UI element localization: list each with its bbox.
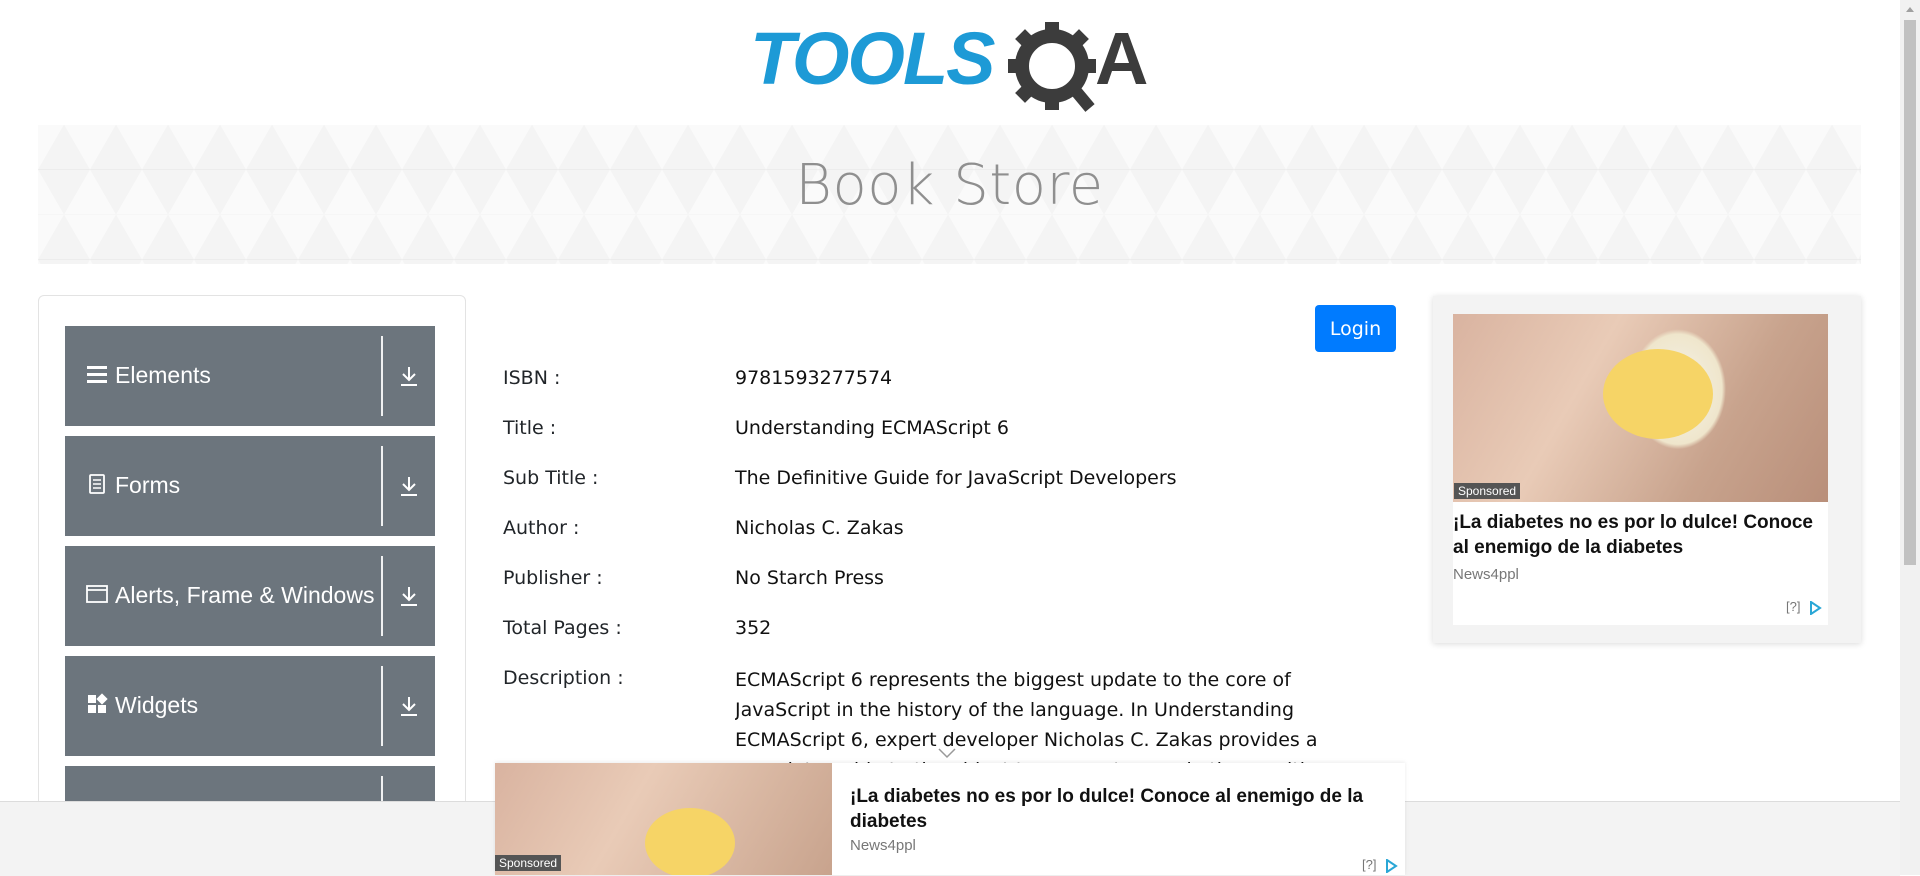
ad-image-detail — [645, 808, 735, 875]
pages-value: 352 — [735, 617, 772, 639]
ad-bottom[interactable]: Sponsored ¡La diabetes no es por lo dulc… — [495, 763, 1405, 875]
sidebar-group-label: Widgets — [115, 692, 199, 718]
publisher-label: Publisher : — [503, 567, 603, 589]
toolsqa-logo[interactable]: TOOLS A — [750, 17, 1155, 114]
scroll-up-arrow-icon[interactable] — [1905, 5, 1915, 13]
sidebar-group-alerts[interactable]: Alerts, Frame & Windows — [65, 546, 435, 646]
ad-source: News4ppl — [1453, 566, 1519, 583]
download-arrow-icon[interactable] — [397, 694, 421, 718]
sidebar-group-widgets[interactable]: Widgets — [65, 656, 435, 756]
divider — [381, 336, 383, 416]
sponsored-tag: Sponsored — [1454, 483, 1521, 499]
svg-text:A: A — [1095, 18, 1148, 100]
subtitle-value: The Definitive Guide for JavaScript Deve… — [735, 467, 1177, 489]
ad-source: News4ppl — [850, 837, 916, 854]
isbn-label: ISBN : — [503, 367, 561, 389]
ad-right[interactable]: Sponsored ¡La diabetes no es por lo dulc… — [1433, 296, 1861, 643]
ad-image-detail — [1603, 349, 1713, 439]
pages-label: Total Pages : — [503, 617, 622, 639]
ad-headline[interactable]: ¡La diabetes no es por lo dulce! Conoce … — [1453, 510, 1813, 560]
description-value: ECMAScript 6 represents the biggest upda… — [735, 669, 1329, 765]
ad-card[interactable]: Sponsored ¡La diabetes no es por lo dulc… — [1453, 314, 1828, 625]
subtitle-label: Sub Title : — [503, 467, 599, 489]
scrollbar-thumb[interactable] — [1904, 20, 1916, 565]
adchoices-icon[interactable] — [1808, 600, 1822, 615]
description-clip: ECMAScript 6 represents the biggest upda… — [735, 665, 1395, 765]
chevron-down-icon[interactable] — [937, 747, 957, 759]
sidebar-group-elements[interactable]: Elements — [65, 326, 435, 426]
author-label: Author : — [503, 517, 580, 539]
description-label: Description : — [503, 667, 624, 689]
title-value: Understanding ECMAScript 6 — [735, 417, 1009, 439]
ad-image[interactable] — [1453, 314, 1828, 502]
sidebar-group-forms[interactable]: Forms — [65, 436, 435, 536]
list-icon — [87, 366, 107, 383]
window-icon — [86, 585, 108, 603]
publisher-value: No Starch Press — [735, 567, 884, 589]
sidebar-group-label: Forms — [115, 472, 181, 498]
title-label: Title : — [503, 417, 557, 439]
download-arrow-icon[interactable] — [397, 474, 421, 498]
adchoices-icon[interactable] — [1384, 858, 1398, 873]
adchoices-help[interactable]: [?] — [1786, 599, 1800, 614]
adchoices[interactable]: [?] — [1362, 857, 1398, 873]
divider — [381, 556, 383, 636]
divider — [381, 446, 383, 526]
page-title: Book Store — [795, 153, 1104, 218]
isbn-value: 9781593277574 — [735, 367, 893, 389]
document-icon — [89, 474, 105, 494]
svg-text:TOOLS: TOOLS — [750, 18, 995, 100]
ad-headline[interactable]: ¡La diabetes no es por lo dulce! Conoce … — [850, 784, 1395, 834]
sidebar-group-label: Elements — [115, 362, 211, 388]
login-button[interactable]: Login — [1315, 305, 1396, 352]
divider — [381, 666, 383, 746]
adchoices-help[interactable]: [?] — [1362, 857, 1376, 872]
header: TOOLS A — [0, 0, 1900, 118]
download-arrow-icon[interactable] — [397, 364, 421, 388]
download-arrow-icon[interactable] — [397, 584, 421, 608]
author-value: Nicholas C. Zakas — [735, 517, 904, 539]
adchoices[interactable]: [?] — [1786, 599, 1822, 615]
page-banner: Book Store — [38, 125, 1861, 264]
vertical-scrollbar[interactable] — [1900, 0, 1920, 875]
sidebar-group-label: Alerts, Frame & Windows — [115, 582, 375, 608]
widgets-icon — [88, 693, 108, 713]
sponsored-tag: Sponsored — [495, 855, 562, 871]
sidebar: Elements Forms Alerts, Frame & Windows W… — [38, 295, 466, 817]
